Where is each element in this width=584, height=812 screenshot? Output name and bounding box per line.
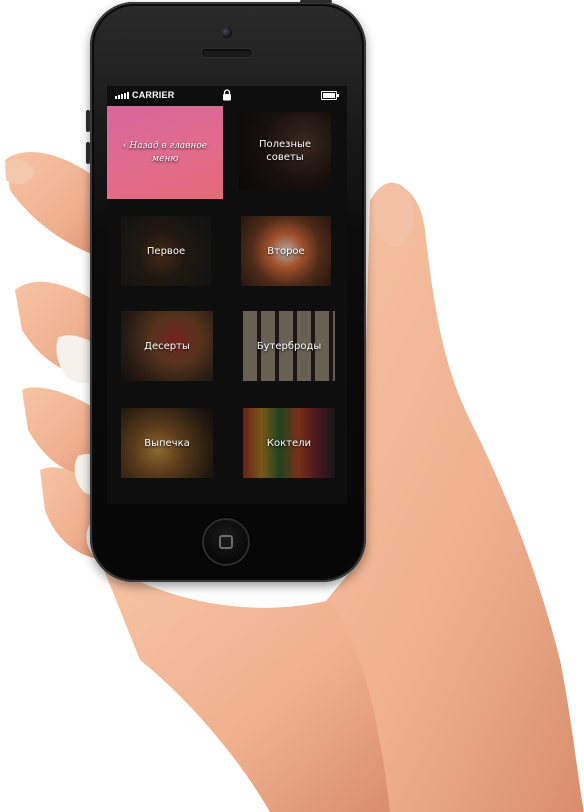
home-button-icon bbox=[219, 535, 233, 549]
menu-tile-first[interactable]: Первое bbox=[121, 216, 211, 286]
menu-tile-desserts[interactable]: Десерты bbox=[121, 311, 213, 381]
menu-tile-cocktails[interactable]: Коктели bbox=[243, 408, 335, 478]
back-to-main-menu-button[interactable]: ‹ Назад в главное меню bbox=[107, 106, 223, 199]
menu-tile-label: Коктели bbox=[266, 437, 312, 449]
menu-tile-label: Полезные советы bbox=[258, 139, 312, 163]
signal-icon bbox=[115, 91, 129, 99]
menu-tile-label: Выпечка bbox=[144, 437, 190, 449]
volume-down-button[interactable] bbox=[86, 142, 90, 164]
battery-icon bbox=[321, 91, 339, 100]
back-button-label: ‹ Назад в главное меню bbox=[122, 140, 208, 164]
menu-tile-label: Второе bbox=[267, 245, 305, 257]
home-button[interactable] bbox=[202, 518, 250, 566]
menu-tile-label: Десерты bbox=[144, 340, 190, 352]
lock-icon bbox=[223, 89, 231, 101]
earpiece-speaker bbox=[202, 49, 252, 57]
menu-tile-pastry[interactable]: Выпечка bbox=[121, 408, 213, 478]
menu-tile-tips[interactable]: Полезные советы bbox=[239, 112, 331, 190]
phone: CARRIER ‹ Назад в главное меню Полезные … bbox=[90, 2, 366, 582]
carrier-label: CARRIER bbox=[132, 90, 175, 100]
menu-tile-sandwiches[interactable]: Бутерброды bbox=[243, 311, 335, 381]
volume-up-button[interactable] bbox=[86, 110, 90, 132]
menu-tile-second[interactable]: Второе bbox=[241, 216, 331, 286]
menu-tile-label: Первое bbox=[146, 245, 186, 257]
menu-tile-label: Бутерброды bbox=[256, 340, 322, 352]
status-bar: CARRIER bbox=[107, 86, 347, 104]
power-button[interactable] bbox=[300, 0, 332, 3]
front-camera bbox=[221, 27, 232, 38]
screen: CARRIER ‹ Назад в главное меню Полезные … bbox=[107, 86, 347, 504]
